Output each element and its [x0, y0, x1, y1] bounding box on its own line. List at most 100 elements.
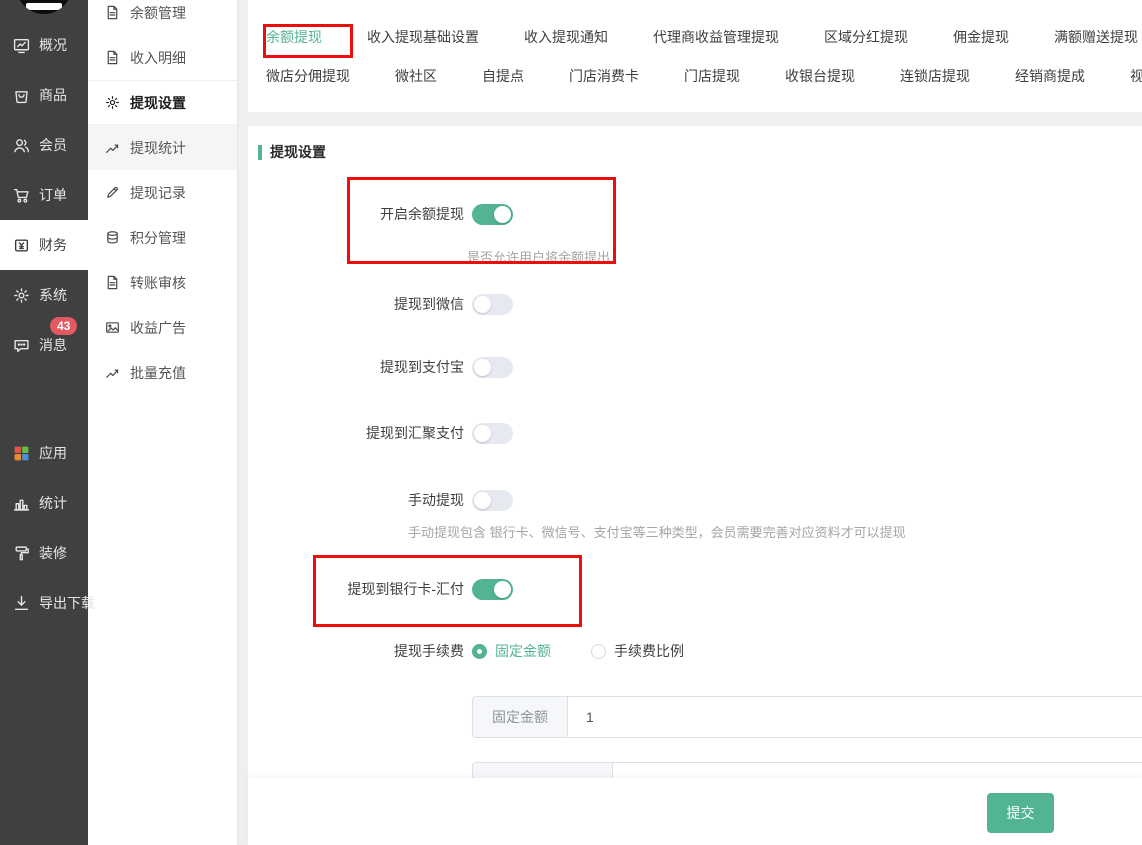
primary-nav-bottom: 应用统计装修导出下载 [0, 428, 88, 628]
form-row-3: 提现到汇聚支付 [248, 422, 513, 444]
secondary-sidebar: 余额管理收入明细提现设置提现统计提现记录积分管理转账审核收益广告批量充值 [88, 0, 238, 845]
subnav-item-label: 收入明细 [130, 48, 186, 68]
tab-row2-1[interactable]: 微社区 [395, 66, 437, 86]
subnav-item-label: 提现设置 [130, 93, 186, 113]
form-hint: 是否允许用户将余额提出 [467, 247, 610, 266]
submit-button[interactable]: 提交 [987, 793, 1054, 833]
tab-row1-4[interactable]: 区域分红提现 [824, 27, 908, 47]
tab-row2-5[interactable]: 收银台提现 [785, 66, 855, 86]
sidebar-item-label: 概况 [39, 35, 67, 55]
tabs-header: 余额提现 收入提现基础设置 收入提现通知 代理商收益管理提现 区域分红提现 佣金提现 满额赠… [248, 0, 1142, 112]
sidebar-item-system[interactable]: 系统 [0, 270, 88, 320]
form-row-6: 提现手续费固定金额手续费比例 [248, 640, 724, 662]
toggle-off-1[interactable] [472, 294, 513, 315]
sidebar-item-label: 消息 [39, 335, 67, 355]
form-row-4: 手动提现 [248, 489, 513, 511]
primary-sidebar: 概况商品会员订单财务系统消息43 应用统计装修导出下载 [0, 0, 88, 845]
sidebar-item-messages[interactable]: 消息43 [0, 320, 88, 370]
radio-label: 手续费比例 [614, 641, 684, 661]
tab-row1-2[interactable]: 收入提现通知 [524, 27, 608, 47]
tab-row2-2[interactable]: 自提点 [482, 66, 524, 86]
subnav-item-0[interactable]: 余额管理 [88, 0, 237, 35]
tab-row2-6[interactable]: 连锁店提现 [900, 66, 970, 86]
tab-row1-0[interactable]: 余额提现 [266, 27, 322, 47]
sidebar-item-goods[interactable]: 商品 [0, 70, 88, 120]
toggle-off-3[interactable] [472, 423, 513, 444]
sidebar-item-label: 财务 [39, 235, 67, 255]
tab-row1-3[interactable]: 代理商收益管理提现 [653, 27, 779, 47]
subnav-item-2[interactable]: 提现设置 [88, 80, 237, 125]
coins-icon [105, 230, 120, 245]
subnav-item-5[interactable]: 积分管理 [88, 215, 237, 260]
toggle-off-2[interactable] [472, 357, 513, 378]
tab-row-2: 微店分佣提现 微社区 自提点 门店消费卡 门店提现 收银台提现 连锁店提现 经销商提成 视频分 [248, 66, 1142, 105]
sidebar-item-apps[interactable]: 应用 [0, 428, 88, 478]
tab-row2-3[interactable]: 门店消费卡 [569, 66, 639, 86]
subnav-item-label: 余额管理 [130, 3, 186, 23]
subnav-item-4[interactable]: 提现记录 [88, 170, 237, 215]
stats-icon [13, 495, 30, 512]
dashboard-icon [13, 37, 30, 54]
form-row-5: 提现到银行卡-汇付 [248, 578, 513, 600]
unread-count-badge: 43 [50, 317, 77, 335]
toggle-knob [474, 359, 491, 376]
fixed-amount-input[interactable]: 1 [568, 697, 1142, 737]
radio-dot[interactable] [591, 644, 606, 659]
settings-panel: 提现设置 开启余额提现是否允许用户将余额提出提现到微信提现到支付宝提现到汇聚支付… [248, 126, 1142, 845]
subnav-item-8[interactable]: 批量充值 [88, 350, 237, 395]
tab-row2-4[interactable]: 门店提现 [684, 66, 740, 86]
toggle-on-5[interactable] [472, 579, 513, 600]
sidebar-item-orders[interactable]: 订单 [0, 170, 88, 220]
sidebar-item-members[interactable]: 会员 [0, 120, 88, 170]
secondary-nav: 余额管理收入明细提现设置提现统计提现记录积分管理转账审核收益广告批量充值 [88, 0, 237, 395]
tab-row2-0[interactable]: 微店分佣提现 [266, 66, 350, 86]
input-group-fixed-amount[interactable]: 固定金额1 [472, 696, 1142, 738]
system-icon [13, 287, 30, 304]
toggle-knob [474, 296, 491, 313]
subnav-item-6[interactable]: 转账审核 [88, 260, 237, 305]
form-label: 提现到银行卡-汇付 [248, 579, 464, 599]
tab-row2-7[interactable]: 经销商提成 [1015, 66, 1085, 86]
radio-dot[interactable] [472, 644, 487, 659]
radio-label: 固定金额 [495, 641, 551, 661]
toggle-on-0[interactable] [472, 204, 513, 225]
subnav-item-label: 收益广告 [130, 318, 186, 338]
tab-row1-6[interactable]: 满额赠送提现 [1054, 27, 1138, 47]
subnav-item-label: 批量充值 [130, 363, 186, 383]
form-row-0: 开启余额提现 [248, 203, 513, 225]
sidebar-item-label: 系统 [39, 285, 67, 305]
toggle-knob [494, 206, 511, 223]
goods-icon [13, 87, 30, 104]
tab-row1-5[interactable]: 佣金提现 [953, 27, 1009, 47]
sidebar-item-label: 导出下载 [39, 593, 95, 613]
subnav-item-1[interactable]: 收入明细 [88, 35, 237, 80]
subnav-item-label: 转账审核 [130, 273, 186, 293]
tab-row1-1[interactable]: 收入提现基础设置 [367, 27, 479, 47]
subnav-item-7[interactable]: 收益广告 [88, 305, 237, 350]
sidebar-item-decorate[interactable]: 装修 [0, 528, 88, 578]
section-header: 提现设置 [258, 142, 326, 162]
file-icon [105, 5, 120, 20]
sidebar-item-label: 商品 [39, 85, 67, 105]
radio-option-0[interactable]: 固定金额 [472, 641, 551, 661]
tab-row2-8[interactable]: 视频分 [1130, 66, 1142, 86]
finance-icon [13, 237, 30, 254]
sidebar-item-finance[interactable]: 财务 [0, 220, 88, 270]
sidebar-item-label: 订单 [39, 185, 67, 205]
toggle-knob [474, 492, 491, 509]
sidebar-item-dashboard[interactable]: 概况 [0, 20, 88, 70]
gear-icon [105, 95, 120, 110]
image-icon [105, 320, 120, 335]
subnav-item-label: 积分管理 [130, 228, 186, 248]
tab-row-1: 余额提现 收入提现基础设置 收入提现通知 代理商收益管理提现 区域分红提现 佣金提现 满额赠… [248, 27, 1142, 66]
sidebar-item-download[interactable]: 导出下载 [0, 578, 88, 628]
sidebar-item-stats[interactable]: 统计 [0, 478, 88, 528]
messages-icon [13, 337, 30, 354]
sidebar-item-label: 装修 [39, 543, 67, 563]
form-hint: 手动提现包含 银行卡、微信号、支付宝等三种类型，会员需要完善对应资料才可以提现 [408, 522, 906, 541]
section-accent-bar [258, 145, 262, 160]
toggle-off-4[interactable] [472, 490, 513, 511]
radio-option-1[interactable]: 手续费比例 [591, 641, 684, 661]
subnav-item-3[interactable]: 提现统计 [88, 125, 237, 170]
decorate-icon [13, 545, 30, 562]
